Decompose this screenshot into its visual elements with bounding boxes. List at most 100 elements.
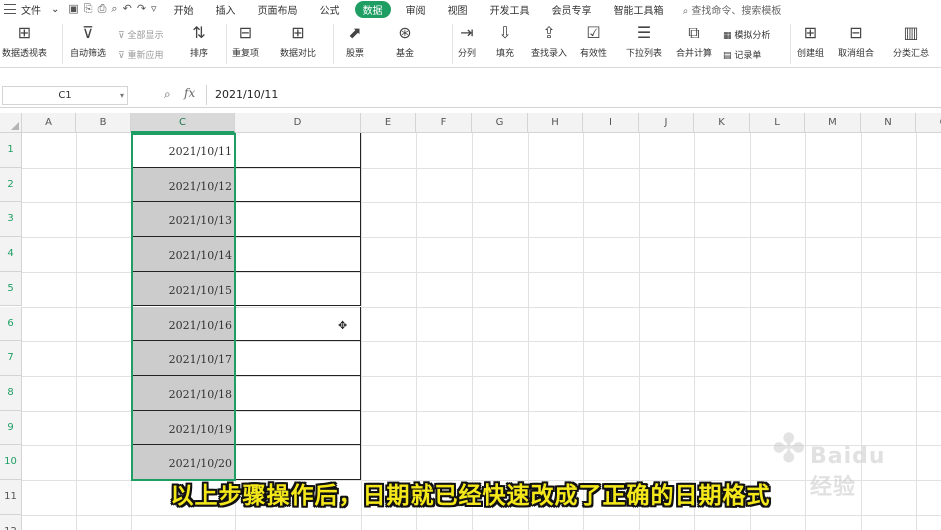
fund-icon: ⊛	[398, 23, 412, 42]
column-header-c[interactable]: C	[131, 113, 235, 133]
stock-button[interactable]: ⬈ 股票	[346, 22, 364, 59]
tab-view[interactable]: 视图	[437, 2, 479, 17]
column-header-b[interactable]: B	[76, 113, 131, 133]
lookup-icon: ⇪	[542, 23, 556, 42]
column-header-m[interactable]: M	[805, 113, 861, 133]
fx-icon[interactable]: fx	[184, 86, 195, 100]
print-icon[interactable]: ⎙	[98, 2, 107, 16]
cell-border	[131, 237, 235, 272]
export-icon[interactable]: ⎘	[84, 2, 93, 16]
menu-icon[interactable]	[4, 4, 16, 14]
save-icon[interactable]: ▣	[68, 2, 78, 16]
tab-page-layout[interactable]: 页面布局	[247, 2, 309, 17]
chevron-down-icon[interactable]: ▾	[120, 87, 124, 104]
tab-smart-toolbox[interactable]: 智能工具箱	[603, 2, 675, 17]
formula-bar: C1 ▾ ⌕ fx 2021/10/11	[0, 84, 941, 108]
consolidate-icon: ⧉	[688, 23, 700, 42]
row-header-10[interactable]: 10	[0, 445, 22, 480]
search-box[interactable]: ⌕ 查找命令、搜索模板	[683, 2, 782, 17]
ungroup-button[interactable]: ⊟ 取消组合	[838, 22, 874, 59]
tab-insert[interactable]: 插入	[205, 2, 247, 17]
gridline	[528, 133, 529, 530]
column-header-l[interactable]: L	[750, 113, 805, 133]
column-header-h[interactable]: H	[528, 113, 583, 133]
lookup-entry-button[interactable]: ⇪ 查找录入	[531, 22, 567, 59]
more-icon[interactable]: ▿	[151, 2, 157, 16]
show-all-button[interactable]: ⊽ 全部显示	[118, 28, 163, 41]
pivot-table-button[interactable]: ⊞ 数据透视表	[2, 22, 47, 59]
column-header-j[interactable]: J	[639, 113, 694, 133]
column-header-i[interactable]: I	[583, 113, 639, 133]
row-header-12[interactable]: 12	[0, 514, 22, 530]
row-header-7[interactable]: 7	[0, 341, 22, 376]
cell-d4[interactable]	[235, 237, 361, 272]
column-header-o[interactable]: O	[916, 113, 941, 133]
name-box[interactable]: C1 ▾	[2, 86, 128, 105]
zoom-icon[interactable]: ⌕	[164, 87, 171, 102]
cell-d5[interactable]	[235, 271, 361, 307]
cell-d9[interactable]	[235, 410, 361, 446]
tab-developer[interactable]: 开发工具	[479, 2, 541, 17]
fund-button[interactable]: ⊛ 基金	[396, 22, 414, 59]
create-group-button[interactable]: ⊞ 创建组	[797, 22, 824, 59]
caption-subtitle: 以上步骤操作后，日期就已经快速改成了正确的日期格式	[170, 483, 771, 509]
dropdown-list-button[interactable]: ☰ 下拉列表	[626, 22, 662, 59]
row-header-1[interactable]: 1	[0, 133, 22, 168]
row-header-2[interactable]: 2	[0, 167, 22, 203]
row-header-9[interactable]: 9	[0, 410, 22, 446]
tab-member[interactable]: 会员专享	[541, 2, 603, 17]
cell-d1[interactable]	[235, 133, 361, 168]
cell-border	[131, 168, 235, 203]
fill-button[interactable]: ⇩ 填充	[496, 22, 514, 59]
tab-review[interactable]: 审阅	[395, 2, 437, 17]
group-icon: ⊞	[803, 23, 818, 42]
cell-border	[131, 341, 235, 376]
chevron-down-icon[interactable]: ⌄	[46, 4, 64, 15]
cell-d10[interactable]	[235, 445, 361, 480]
row-header-5[interactable]: 5	[0, 271, 22, 307]
column-header-a[interactable]: A	[22, 113, 76, 133]
reapply-button[interactable]: ⊽ 重新应用	[118, 48, 163, 61]
row-header-4[interactable]: 4	[0, 237, 22, 272]
row-header-6[interactable]: 6	[0, 306, 22, 342]
record-form-button[interactable]: ▤ 记录单	[723, 48, 761, 61]
dropdown-list-icon: ☰	[636, 23, 652, 42]
pivot-table-icon: ⊞	[17, 23, 32, 42]
redo-icon[interactable]: ↷	[137, 2, 146, 16]
file-menu[interactable]: 文件	[16, 2, 46, 17]
duplicates-button[interactable]: ⊟ 重复项	[232, 22, 259, 59]
tab-data[interactable]: 数据	[354, 0, 391, 18]
undo-icon[interactable]: ↶	[123, 2, 132, 16]
cell-d2[interactable]	[235, 167, 361, 203]
column-header-d[interactable]: D	[235, 113, 361, 133]
tab-formulas[interactable]: 公式	[309, 2, 351, 17]
column-header-k[interactable]: K	[694, 113, 750, 133]
gridline	[76, 133, 77, 530]
row-header-3[interactable]: 3	[0, 202, 22, 238]
cell-border	[131, 376, 235, 411]
split-icon: ⇥	[460, 23, 474, 42]
row-header-8[interactable]: 8	[0, 375, 22, 411]
gridline	[416, 133, 417, 530]
autofilter-button[interactable]: ⊽ 自动筛选	[70, 22, 106, 59]
consolidate-button[interactable]: ⧉ 合并计算	[676, 22, 712, 59]
sort-button[interactable]: ⇅ 排序	[190, 22, 208, 59]
tab-home[interactable]: 开始	[163, 2, 205, 17]
split-button[interactable]: ⇥ 分列	[458, 22, 476, 59]
cell-border	[131, 411, 235, 446]
subtotal-button[interactable]: ▥ 分类汇总	[893, 22, 929, 59]
preview-icon[interactable]: ⌕	[111, 2, 117, 16]
column-header-n[interactable]: N	[861, 113, 916, 133]
cell-d8[interactable]	[235, 375, 361, 411]
formula-input[interactable]: 2021/10/11	[206, 85, 941, 105]
sort-icon: ⇅	[192, 23, 206, 42]
column-header-f[interactable]: F	[416, 113, 472, 133]
select-all-corner[interactable]	[0, 113, 22, 133]
column-header-e[interactable]: E	[361, 113, 416, 133]
validity-button[interactable]: ☑ 有效性	[580, 22, 607, 59]
column-header-g[interactable]: G	[472, 113, 528, 133]
cell-d7[interactable]	[235, 341, 361, 376]
simulate-button[interactable]: ▦ 模拟分析	[723, 28, 770, 41]
cell-d3[interactable]	[235, 202, 361, 238]
compare-button[interactable]: ⊞ 数据对比	[280, 22, 316, 59]
